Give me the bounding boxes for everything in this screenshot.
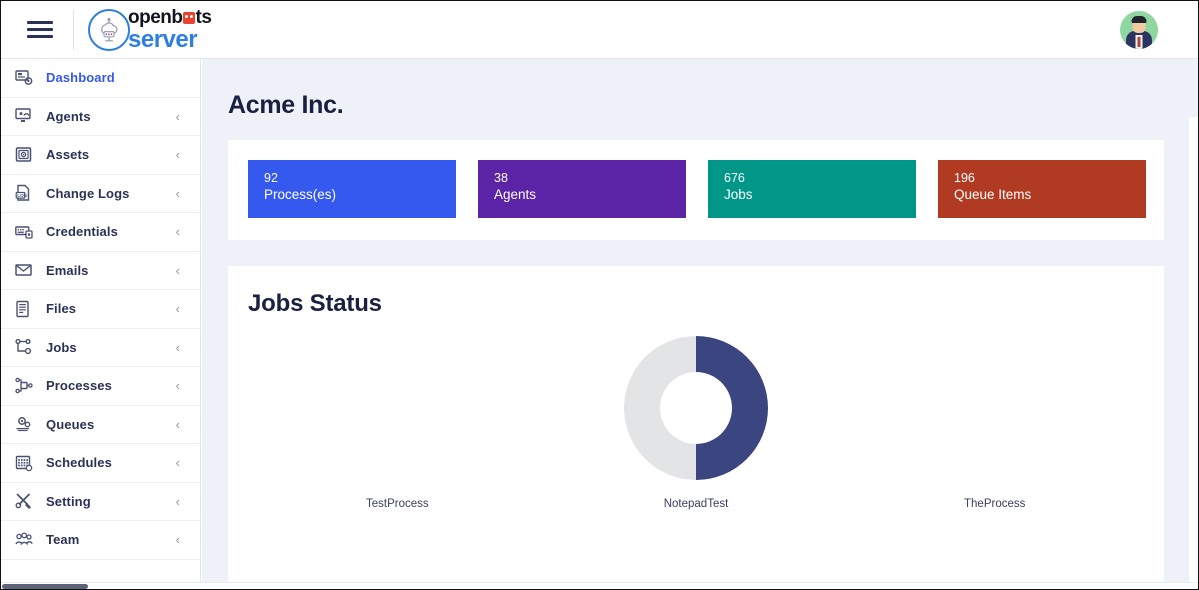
stat-card-jobs[interactable]: 676 Jobs [708,160,916,218]
brand-top-post: ts [195,6,212,28]
top-bar: openb ts server [1,1,1198,59]
sidebar-item-team[interactable]: Team ‹ [1,521,200,560]
chevron-left-icon[interactable]: ‹ [176,418,180,431]
sidebar-item-queues[interactable]: Queues ‹ [1,406,200,444]
sidebar-item-setting[interactable]: Setting ‹ [1,483,200,521]
sidebar-item-emails[interactable]: Emails ‹ [1,252,200,290]
agents-icon [13,106,35,126]
processes-icon [13,376,35,396]
avatar-tie [1137,37,1141,47]
chevron-left-icon[interactable]: ‹ [176,187,180,200]
change-logs-icon: LOG [13,183,35,203]
chevron-left-icon[interactable]: ‹ [176,495,180,508]
sidebar-item-label: Emails [46,262,89,278]
chevron-left-icon[interactable]: ‹ [176,110,180,123]
stat-card-agents[interactable]: 38 Agents [478,160,686,218]
sidebar-item-jobs[interactable]: Jobs ‹ [1,329,200,367]
sidebar-item-label: Credentials [46,224,118,240]
sidebar-item-credentials[interactable]: Credentials ‹ [1,213,200,252]
page-title: Acme Inc. [228,91,344,119]
sidebar-item-label: Queues [46,416,95,432]
sidebar-item-label: Team [46,532,80,548]
avatar-hair [1131,16,1147,23]
content-right-gutter [1189,117,1198,583]
brand-name-top: openb ts [128,6,212,28]
sidebar-item-processes[interactable]: Processes ‹ [1,367,200,406]
stat-card-process-es-[interactable]: 92 Process(es) [248,160,456,218]
brand-name-bottom: server [128,25,198,53]
horizontal-scrollbar[interactable] [1,582,1198,589]
chevron-left-icon[interactable]: ‹ [176,341,180,354]
sidebar-item-dashboard[interactable]: Dashboard [1,59,200,98]
stats-row: 92 Process(es) 38 Agents 676 Jobs 196 Queue Ite… [248,160,1146,218]
hamburger-dot [1,26,6,32]
chart-tick-labels: TestProcess NotepadTest TheProcess [248,498,1144,510]
chevron-left-icon[interactable]: ‹ [176,264,180,277]
svg-text:LOG: LOG [17,193,27,198]
brand-robot-o-icon [183,11,195,24]
sidebar-item-agents[interactable]: Agents ‹ [1,98,200,136]
dashboard-icon [13,68,35,88]
sidebar-item-assets[interactable]: Assets ‹ [1,136,200,175]
stat-label: Jobs [724,187,753,202]
sidebar-item-schedules[interactable]: Schedules ‹ [1,444,200,483]
app-window: openb ts server Dashboard Agents ‹ Assets ‹ LO… [0,0,1199,590]
stat-label: Agents [494,187,537,202]
jobs-status-chart: TestProcess NotepadTest TheProcess [248,336,1144,583]
sidebar-item-label: Setting [46,493,91,509]
email-envelope-icon [13,260,35,280]
jobs-status-card: Jobs Status TestProcess NotepadTest ThePro… [228,266,1164,583]
team-people-icon [13,530,35,550]
sidebar-item-files[interactable]: Files ‹ [1,290,200,329]
credentials-icon [13,222,35,242]
jobs-status-title: Jobs Status [248,290,382,317]
jobs-nodes-icon [13,337,35,357]
queues-gear-icon [13,414,35,434]
horizontal-scrollbar-thumb[interactable] [2,584,88,589]
main-content: Acme Inc. 92 Process(es) 38 Agents 676 Jobs 19… [202,59,1198,583]
sidebar-item-label: Files [46,301,77,317]
sidebar-item-change-logs[interactable]: LOG Change Logs ‹ [1,175,200,213]
files-icon [13,299,35,319]
chart-tick-label: TheProcess [964,498,1026,510]
chart-tick-label: NotepadTest [663,498,729,510]
openbots-robot-cloud-logo [88,8,130,51]
sidebar-item-label: Assets [46,147,90,163]
sidebar-item-label: Dashboard [46,70,115,86]
user-avatar[interactable] [1120,11,1158,49]
chevron-left-icon[interactable]: ‹ [176,225,180,238]
hamburger-menu-button[interactable] [1,19,53,41]
sidebar-navigation: Dashboard Agents ‹ Assets ‹ LOG Change Logs ‹ Cr… [1,59,201,583]
stat-label: Process(es) [264,187,337,202]
brand-logo-link[interactable]: openb ts server [88,6,212,53]
stat-value: 92 [264,171,278,185]
schedules-calendar-icon [13,453,35,473]
donut-slice[interactable] [624,336,696,480]
stat-card-queue-items[interactable]: 196 Queue Items [938,160,1146,218]
chevron-left-icon[interactable]: ‹ [176,148,180,161]
stats-card: 92 Process(es) 38 Agents 676 Jobs 196 Queue Ite… [228,140,1164,240]
hamburger-menu-icon[interactable] [27,19,53,41]
chart-tick-label: TestProcess [366,498,429,510]
settings-tools-icon [13,491,35,511]
sidebar-item-label: Agents [46,108,91,124]
donut-slice[interactable] [696,336,768,480]
brand-top-pre: openb [128,6,183,28]
stat-label: Queue Items [954,187,1032,202]
topbar-divider [73,9,74,50]
sidebar-item-label: Schedules [46,455,112,471]
sidebar-item-label: Processes [46,378,112,394]
chevron-left-icon[interactable]: ‹ [176,379,180,392]
assets-safe-icon [13,145,35,165]
stat-value: 38 [494,171,508,185]
chevron-left-icon[interactable]: ‹ [176,302,180,315]
donut-chart[interactable] [624,336,768,480]
stat-value: 196 [954,171,975,185]
stat-value: 676 [724,171,745,185]
sidebar-item-label: Change Logs [46,185,130,201]
sidebar-item-label: Jobs [46,339,77,355]
chevron-left-icon[interactable]: ‹ [176,533,180,546]
chevron-left-icon[interactable]: ‹ [176,456,180,469]
